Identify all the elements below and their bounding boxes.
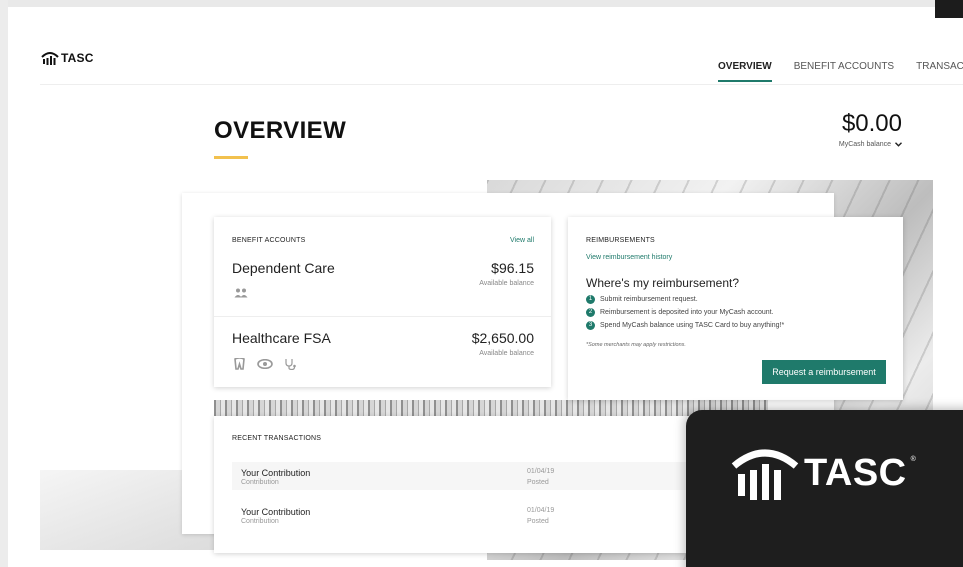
tooth-icon <box>234 358 245 370</box>
nav-benefit-accounts[interactable]: BENEFIT ACCOUNTS <box>794 61 894 82</box>
transaction-type: Contribution <box>241 479 279 486</box>
benefit-accounts-heading: BENEFIT ACCOUNTS <box>232 237 306 244</box>
registered-mark: ® <box>910 455 916 463</box>
reimbursement-step: 1 Submit reimbursement request. <box>586 295 698 304</box>
tasc-overlay-panel: TASC ® <box>686 410 963 567</box>
reimbursement-question: Where's my reimbursement? <box>586 276 739 290</box>
transaction-name: Your Contribution <box>241 468 311 478</box>
eye-icon <box>257 359 273 369</box>
nav-transactions[interactable]: TRANSACT <box>916 61 963 82</box>
overlay-brand-text: TASC <box>804 451 907 494</box>
main-nav: OVERVIEW BENEFIT ACCOUNTS TRANSACT <box>718 61 963 82</box>
stethoscope-icon <box>285 359 296 370</box>
account-amount: $96.15 <box>491 260 534 276</box>
account-divider <box>214 316 551 317</box>
account-name[interactable]: Healthcare FSA <box>232 330 331 346</box>
window-corner <box>935 0 963 18</box>
step-text: Spend MyCash balance using TASC Card to … <box>600 322 785 329</box>
request-reimbursement-button[interactable]: Request a reimbursement <box>762 360 886 384</box>
recent-transactions-card: RECENT TRANSACTIONS Your Contribution Co… <box>214 416 768 553</box>
mycash-label-row[interactable]: MyCash balance <box>839 141 902 148</box>
logo-text: TASC <box>61 51 94 65</box>
tasc-logo-icon <box>41 52 59 65</box>
step-number: 2 <box>586 308 595 317</box>
account-balance-label: Available balance <box>479 350 534 357</box>
transaction-type: Contribution <box>241 518 279 525</box>
title-underline <box>214 156 248 159</box>
account-name[interactable]: Dependent Care <box>232 260 335 276</box>
window-top-edge <box>0 0 963 7</box>
people-icon <box>234 288 248 298</box>
reimbursements-heading: REIMBURSEMENTS <box>586 237 655 244</box>
header-divider <box>40 84 963 85</box>
step-text: Reimbursement is deposited into your MyC… <box>600 309 774 316</box>
account-balance-label: Available balance <box>479 280 534 287</box>
reimbursement-step: 3 Spend MyCash balance using TASC Card t… <box>586 321 784 330</box>
step-number: 3 <box>586 321 595 330</box>
step-number: 1 <box>586 295 595 304</box>
decor-stripe <box>214 400 768 416</box>
tasc-logo[interactable]: TASC <box>41 50 94 66</box>
overlay-logo: TASC ® <box>730 446 916 500</box>
benefit-accounts-card: BENEFIT ACCOUNTS View all Dependent Care… <box>214 217 551 387</box>
account-amount: $2,650.00 <box>471 330 534 346</box>
window-left-edge <box>0 0 8 567</box>
mycash-balance[interactable]: $0.00 MyCash balance <box>839 110 902 148</box>
chevron-down-icon <box>895 141 902 147</box>
app-frame: TASC OVERVIEW BENEFIT ACCOUNTS TRANSACT … <box>0 0 963 567</box>
nav-overview[interactable]: OVERVIEW <box>718 61 772 82</box>
step-text: Submit reimbursement request. <box>600 296 698 303</box>
reimbursements-card: REIMBURSEMENTS View reimbursement histor… <box>568 217 903 400</box>
reimbursement-step: 2 Reimbursement is deposited into your M… <box>586 308 774 317</box>
view-all-link[interactable]: View all <box>510 237 534 244</box>
transaction-date: 01/04/19 <box>527 468 555 475</box>
mycash-label: MyCash balance <box>838 141 892 148</box>
transaction-status: Posted <box>527 518 549 525</box>
transaction-name: Your Contribution <box>241 507 311 517</box>
transaction-status: Posted <box>527 479 549 486</box>
mycash-amount: $0.00 <box>841 110 902 137</box>
transaction-date: 01/04/19 <box>527 507 555 514</box>
page-title: OVERVIEW <box>214 117 347 144</box>
recent-transactions-heading: RECENT TRANSACTIONS <box>232 435 322 442</box>
reimbursement-history-link[interactable]: View reimbursement history <box>586 254 672 261</box>
tasc-logo-icon <box>731 449 799 500</box>
reimbursement-disclaimer: *Some merchants may apply restrictions. <box>586 342 686 348</box>
